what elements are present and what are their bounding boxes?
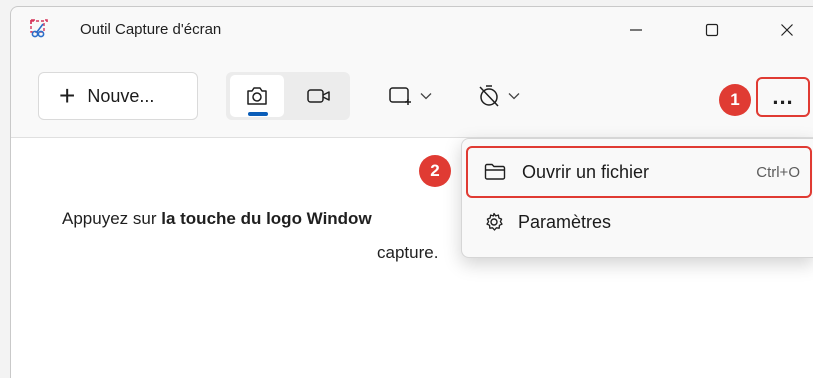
screenshot-mode-button[interactable]	[230, 75, 284, 117]
rectangle-snip-icon	[389, 87, 411, 105]
step-badge-2: 2	[419, 155, 451, 187]
snip-shape-dropdown[interactable]	[388, 76, 432, 116]
new-capture-button[interactable]: + Nouve...	[38, 72, 198, 120]
window-title: Outil Capture d'écran	[80, 21, 222, 38]
minimize-button[interactable]	[614, 10, 658, 50]
menu-item-settings-label: Paramètres	[518, 211, 612, 232]
menu-item-open-file-label: Ouvrir un fichier	[522, 161, 650, 182]
maximize-icon	[705, 23, 719, 37]
video-camera-icon	[307, 89, 330, 103]
instruction-bold: la touche du logo Window	[161, 209, 372, 228]
menu-item-settings[interactable]: Paramètres	[466, 200, 812, 244]
delay-timer-dropdown[interactable]	[476, 76, 520, 116]
chevron-down-icon	[508, 93, 520, 100]
close-button[interactable]	[765, 10, 809, 50]
minimize-icon	[630, 29, 642, 31]
no-timer-icon	[479, 85, 499, 107]
video-mode-button[interactable]	[292, 75, 346, 117]
menu-item-open-file-shortcut: Ctrl+O	[756, 163, 800, 181]
menu-item-open-file[interactable]: Ouvrir un fichier Ctrl+O	[466, 146, 812, 198]
close-icon	[781, 24, 793, 36]
camera-icon	[247, 87, 267, 105]
instruction-prefix: Appuyez sur	[62, 209, 162, 228]
instruction-text: Appuyez sur la touche du logo Window	[62, 209, 372, 229]
new-capture-label: Nouve...	[87, 85, 155, 106]
selected-mode-indicator	[248, 112, 268, 116]
step-badge-1: 1	[719, 84, 751, 116]
instruction-text-line2: capture.	[377, 243, 439, 262]
plus-icon: +	[59, 80, 76, 111]
snipping-tool-app-icon	[28, 18, 50, 40]
see-more-button[interactable]: ...	[756, 77, 810, 117]
folder-icon	[484, 163, 506, 181]
chevron-down-icon	[420, 93, 432, 100]
gear-icon	[484, 212, 504, 232]
maximize-button[interactable]	[690, 10, 734, 50]
